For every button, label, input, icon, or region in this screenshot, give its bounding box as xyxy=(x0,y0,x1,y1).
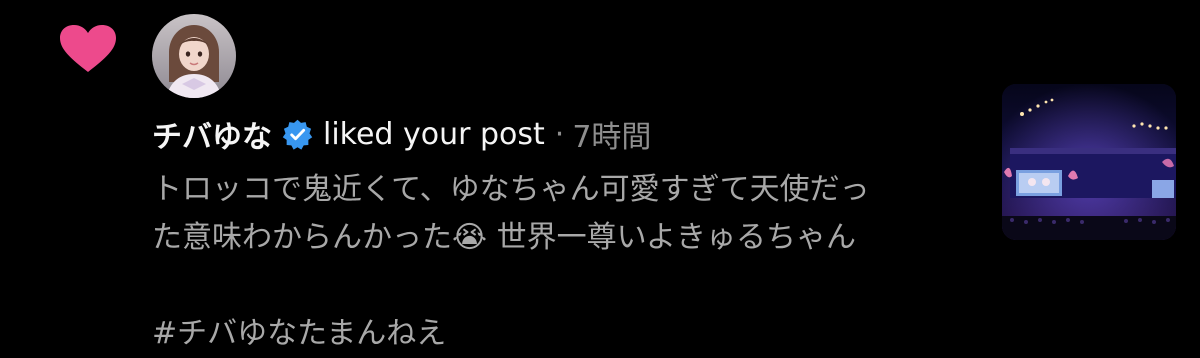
separator-dot: · xyxy=(554,116,565,152)
heart-icon xyxy=(58,24,118,74)
timestamp: 7時間 xyxy=(572,120,652,155)
post-thumbnail[interactable] xyxy=(1002,84,1176,240)
action-text: liked your post xyxy=(323,116,545,152)
hashtag-link[interactable]: #チバゆなたまんねえ xyxy=(152,310,972,358)
comment-text: トロッコで鬼近くて、ゆなちゃん可愛すぎて天使だっ た意味わからんかった😭 世界一尊… xyxy=(152,166,972,262)
comment-line-2: た意味わからんかった😭 世界一尊いよきゅるちゃん xyxy=(152,220,856,255)
verified-badge-icon xyxy=(282,119,313,150)
avatar[interactable] xyxy=(152,14,236,98)
comment-line-1: トロッコで鬼近くて、ゆなちゃん可愛すぎて天使だっ xyxy=(152,172,870,207)
notification-body[interactable]: チバゆな liked your post · 7時間 トロッコで鬼近くて、ゆなち… xyxy=(152,112,972,358)
notification-headline: チバゆな liked your post · 7時間 xyxy=(152,112,972,156)
username-link[interactable]: チバゆな xyxy=(152,112,272,156)
